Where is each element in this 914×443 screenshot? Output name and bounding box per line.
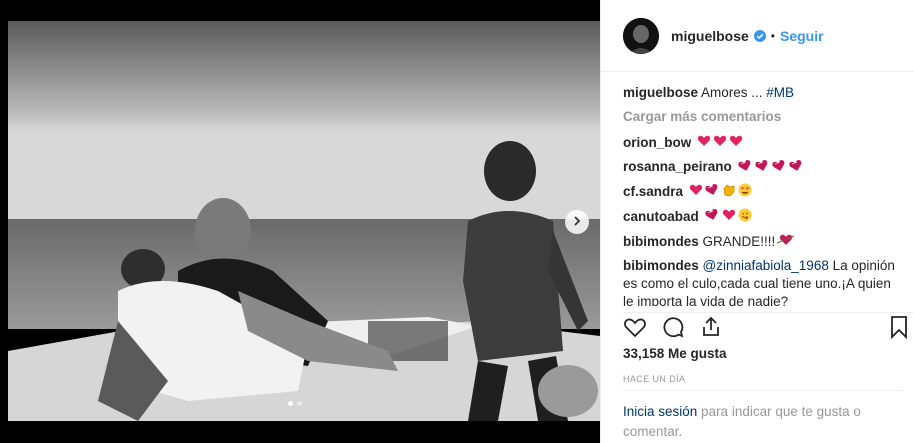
comment-mention[interactable]: @zinniafabiola_1968 (703, 258, 829, 273)
comment-bubble-icon[interactable] (661, 315, 685, 339)
comment-username[interactable]: bibimondes (623, 258, 699, 273)
post-sidebar: miguelbose • Seguir miguelbose Amores ..… (600, 0, 914, 443)
header-separator: • (770, 28, 775, 43)
login-link[interactable]: Inicia sesión (623, 404, 697, 419)
comment-username[interactable]: rosanna_peirano (623, 159, 732, 174)
caption: miguelbose Amores ... #MB (623, 84, 903, 102)
comments-list[interactable]: miguelbose Amores ... #MB Cargar más com… (623, 84, 903, 306)
clapping-hands-icon (722, 183, 736, 202)
heart-icon (713, 134, 727, 152)
heart-icon (697, 134, 711, 152)
bookmark-icon[interactable] (889, 315, 909, 339)
media-panel (0, 0, 600, 443)
post-photo[interactable] (8, 21, 600, 421)
post-header: miguelbose • Seguir (601, 0, 914, 72)
chevron-right-icon (572, 213, 582, 231)
heart-red-dark-icon (737, 159, 753, 177)
login-prompt: Inicia sesión para indicar que te gusta … (623, 390, 903, 442)
heart-red-dark-icon (788, 159, 804, 177)
caption-text: Amores ... (701, 85, 767, 100)
comment-row: bibimondes GRANDE!!!! (623, 233, 903, 251)
likes-count[interactable]: 33,158 Me gusta (623, 346, 727, 361)
comment-username[interactable]: canutoabad (623, 209, 699, 224)
heart-outline-icon[interactable] (623, 315, 647, 339)
heart-red-dark-icon (771, 159, 787, 177)
heart-eyes-face-icon (738, 183, 752, 202)
heart-icon (689, 183, 703, 201)
caption-username[interactable]: miguelbose (623, 85, 698, 100)
heart-red-dark-icon (754, 159, 770, 177)
comment-row: rosanna_peirano (623, 158, 903, 176)
verified-badge-icon (753, 29, 766, 42)
action-bar-divider (623, 312, 913, 343)
heart-red-dark-icon (704, 208, 720, 226)
caption-hashtag[interactable]: #MB (766, 85, 794, 100)
header-username[interactable]: miguelbose (671, 28, 749, 44)
comment-row: cf.sandra (623, 183, 903, 202)
avatar[interactable] (623, 17, 659, 54)
carousel-dot-active (288, 401, 293, 406)
share-arrow-icon[interactable] (699, 315, 723, 339)
carousel-dot (297, 401, 302, 406)
comment-username[interactable]: orion_bow (623, 135, 691, 150)
comment-username[interactable]: cf.sandra (623, 184, 683, 199)
comment-row: bibimondes @zinniafabiola_1968 La opinió… (623, 257, 903, 306)
follow-button[interactable]: Seguir (780, 28, 824, 44)
heart-arrow-icon (777, 233, 795, 251)
action-bar (623, 315, 913, 339)
comment-row: orion_bow (623, 134, 903, 152)
post-timestamp: HACE UN DÍA (623, 374, 686, 384)
load-more-comments-link[interactable]: Cargar más comentarios (623, 108, 903, 126)
carousel-next-button[interactable] (565, 210, 589, 234)
face-savoring-icon (738, 208, 752, 227)
heart-icon (729, 134, 743, 152)
comment-text: GRANDE!!!! (702, 233, 776, 249)
heart-red-dark-icon (705, 183, 720, 201)
comment-username[interactable]: bibimondes (623, 234, 699, 249)
carousel-indicator (288, 401, 302, 406)
heart-icon (722, 208, 736, 226)
comment-row: canutoabad (623, 208, 903, 227)
